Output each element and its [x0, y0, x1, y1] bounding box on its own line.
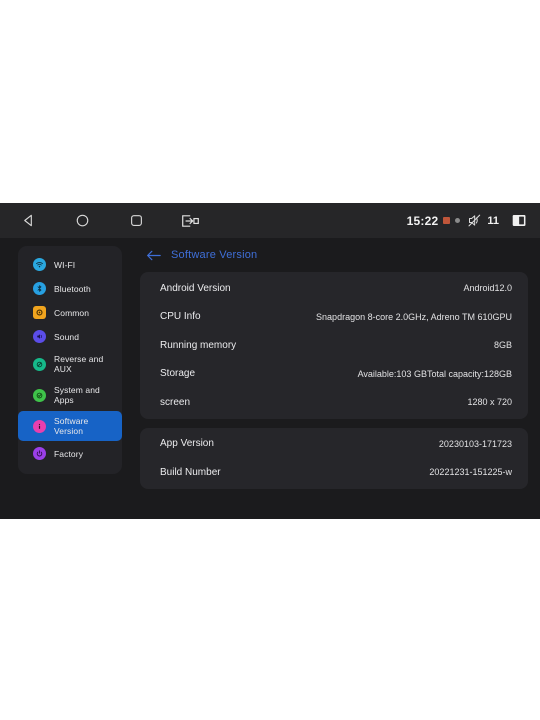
sidebar-item-label: Reverse and AUX — [54, 354, 104, 374]
main-panel: Software Version Android Version Android… — [140, 238, 528, 519]
sidebar-item-bluetooth[interactable]: Bluetooth — [22, 277, 118, 300]
sidebar-item-label: Bluetooth — [54, 283, 91, 294]
row-label: Build Number — [160, 466, 221, 478]
recent-apps-button[interactable] — [126, 211, 146, 231]
volume-mute-icon[interactable] — [467, 213, 482, 228]
car-head-unit-screen: 15:22 11 WI-FI Bluetooth Common Sound Re… — [0, 203, 540, 519]
arrow-left-icon[interactable] — [146, 249, 161, 262]
info-row-build-number: Build Number 20221231-151225-w — [140, 458, 528, 487]
row-label: Storage — [160, 368, 196, 380]
row-value: Available:103 GBTotal capacity:128GB — [357, 368, 512, 379]
row-label: Running memory — [160, 339, 237, 351]
status-clock: 15:22 — [406, 213, 439, 228]
gear-icon — [33, 306, 46, 319]
battery-icon — [511, 213, 528, 228]
info-row-android-version: Android Version Android12.0 — [140, 274, 528, 303]
row-label: App Version — [160, 438, 214, 450]
bluetooth-icon — [33, 282, 46, 295]
sidebar-item-reverse-and-aux[interactable]: Reverse and AUX — [22, 349, 118, 379]
row-value: 20230103-171723 — [438, 438, 512, 449]
reverse-camera-icon — [33, 357, 46, 371]
info-row-screen: screen 1280 x 720 — [140, 388, 528, 417]
location-indicator-icon — [455, 218, 461, 223]
page-title: Software Version — [171, 249, 258, 261]
sidebar-item-label: Common — [54, 307, 90, 318]
info-row-running-memory: Running memory 8GB — [140, 331, 528, 360]
row-label: screen — [160, 396, 191, 408]
sidebar-item-software-version[interactable]: Software Version — [18, 411, 122, 441]
info-icon — [33, 419, 46, 433]
sidebar-item-sound[interactable]: Sound — [22, 325, 118, 348]
settings-screen: WI-FI Bluetooth Common Sound Reverse and… — [0, 238, 540, 519]
system-status-group: 15:22 11 — [407, 213, 528, 228]
power-icon — [33, 447, 46, 460]
home-button[interactable] — [72, 211, 92, 231]
version-info-card: App Version 20230103-171723 Build Number… — [140, 427, 528, 489]
device-info-card: Android Version Android12.0 CPU Info Sna… — [140, 272, 528, 419]
wifi-icon — [33, 258, 46, 271]
back-button[interactable] — [18, 211, 38, 231]
sidebar-item-system-and-apps[interactable]: System and Apps — [22, 380, 118, 410]
screen-switch-icon[interactable] — [180, 211, 200, 231]
info-row-app-version: App Version 20230103-171723 — [140, 430, 528, 459]
sidebar-item-label: System and Apps — [54, 385, 100, 405]
row-value: 1280 x 720 — [467, 397, 512, 408]
row-value: Android12.0 — [463, 283, 512, 294]
recording-indicator-icon — [443, 217, 451, 224]
sidebar-item-label: Software Version — [54, 416, 89, 436]
info-row-cpu-info: CPU Info Snapdragon 8-core 2.0GHz, Adren… — [140, 303, 528, 332]
sidebar-item-factory[interactable]: Factory — [22, 442, 118, 465]
row-label: Android Version — [160, 282, 231, 294]
settings-sidebar: WI-FI Bluetooth Common Sound Reverse and… — [18, 246, 122, 474]
status-bar: 15:22 11 — [0, 203, 540, 238]
sidebar-item-wifi[interactable]: WI-FI — [22, 253, 118, 276]
sidebar-item-common[interactable]: Common — [22, 301, 118, 324]
apps-icon — [33, 388, 46, 402]
speaker-icon — [33, 330, 46, 343]
navigation-button-group — [18, 211, 200, 231]
row-value: 8GB — [493, 340, 512, 351]
row-value: Snapdragon 8-core 2.0GHz, Adreno TM 610G… — [316, 311, 512, 322]
volume-level-value: 11 — [487, 214, 499, 227]
sidebar-item-label: WI-FI — [54, 259, 76, 270]
row-label: CPU Info — [160, 311, 201, 323]
sidebar-item-label: Factory — [54, 448, 84, 459]
row-value: 20221231-151225-w — [429, 467, 512, 478]
info-row-storage: Storage Available:103 GBTotal capacity:1… — [140, 360, 528, 389]
page-header: Software Version — [140, 238, 528, 272]
sidebar-item-label: Sound — [54, 331, 80, 342]
